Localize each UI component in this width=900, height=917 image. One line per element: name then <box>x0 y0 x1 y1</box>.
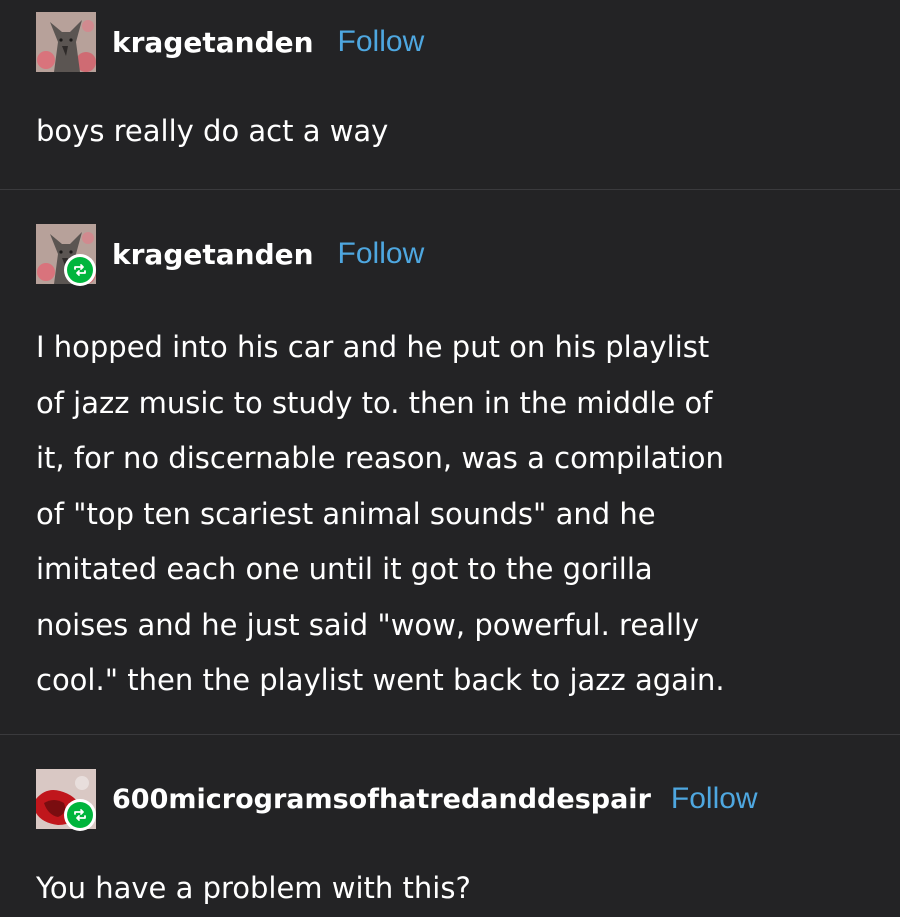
post-2-body: I hopped into his car and he put on his … <box>36 320 876 709</box>
post-text-line: of "top ten scariest animal sounds" and … <box>36 496 656 531</box>
post-2-header: kragetanden Follow <box>36 222 424 286</box>
post-1-body: boys really do act a way <box>36 104 876 160</box>
post-1-header: kragetanden Follow <box>36 10 424 74</box>
post-text-line: noises and he just said "wow, powerful. … <box>36 607 700 642</box>
reblog-icon <box>74 264 86 276</box>
post-text-line: of jazz music to study to. then in the m… <box>36 385 713 420</box>
follow-button[interactable]: Follow <box>671 782 758 816</box>
post-2: kragetanden Follow I hopped into his car… <box>0 190 900 735</box>
post-text-line: cool." then the playlist went back to ja… <box>36 663 725 697</box>
post-text-line: You have a problem with this? <box>36 871 471 905</box>
follow-button[interactable]: Follow <box>338 25 425 59</box>
reblog-badge <box>64 799 96 831</box>
dog-avatar-icon[interactable] <box>36 12 96 72</box>
post-3-header: 600microgramsofhatredanddespair Follow <box>36 767 758 831</box>
follow-button[interactable]: Follow <box>338 237 425 271</box>
reblog-icon <box>74 809 86 821</box>
post-text-line: it, for no discernable reason, was a com… <box>36 441 724 475</box>
reblog-badge <box>64 254 96 286</box>
post-text-line: imitated each one until it got to the go… <box>36 552 653 586</box>
username[interactable]: kragetanden <box>112 238 314 271</box>
post-1: kragetanden Follow boys really do act a … <box>0 0 900 190</box>
username[interactable]: kragetanden <box>112 26 314 59</box>
red-abstract-avatar-icon[interactable] <box>36 769 96 831</box>
post-3: 600microgramsofhatredanddespair Follow Y… <box>0 735 900 911</box>
post-text-line: I hopped into his car and he put on his … <box>36 330 710 364</box>
post-text-line: boys really do act a way <box>36 114 389 148</box>
dog-avatar-icon[interactable] <box>36 224 96 286</box>
username[interactable]: 600microgramsofhatredanddespair <box>112 784 651 815</box>
post-3-body: You have a problem with this? <box>36 861 876 917</box>
